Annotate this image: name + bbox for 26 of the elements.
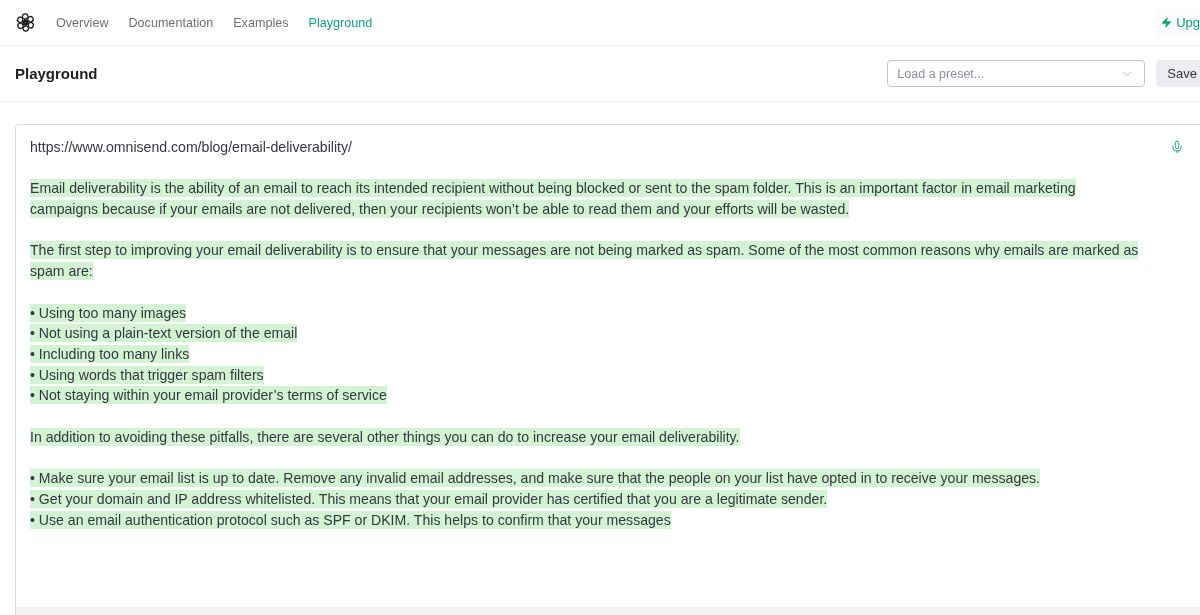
generated-text: • Using words that trigger spam filters [30, 365, 264, 384]
generated-text: • Not using a plain-text version of the email [30, 324, 298, 343]
generated-text: • Not staying within your email provider’s terms of service [30, 386, 387, 405]
nav-link[interactable]: Overview [56, 15, 109, 30]
generated-text: spam are: [30, 262, 93, 281]
logo-icon[interactable] [15, 12, 36, 33]
page-title: Playground [15, 65, 98, 82]
microphone-icon[interactable] [1170, 140, 1184, 154]
generated-text: Email deliverability is the ability of an email to reach its intended recipient without being blocked or sent to the spam folder. This is an important factor in email marketing [30, 179, 1076, 198]
generated-text: • Including too many links [30, 345, 190, 363]
generated-text: • Using too many images [30, 303, 187, 322]
generated-text: • Make sure your email list is up to date. Remove any invalid email addresses, and make sure that the people on your list have opted in to receive your messages. [30, 469, 1041, 488]
save-button[interactable]: Save [1156, 60, 1200, 87]
preset-select[interactable]: Load a preset... [887, 60, 1146, 87]
generated-text: • Get your domain and IP address whitelisted. This means that your email provider has certified that you are a legitimate sender. [30, 489, 828, 508]
nav-link[interactable]: Playground [308, 15, 373, 30]
prompt-textarea[interactable] [15, 124, 1200, 615]
nav-link[interactable]: Examples [233, 15, 289, 30]
prompt-text: https://www.omnisend.com/blog/email-deliverability/ [30, 138, 352, 156]
generated-text: The first step to improving your email deliverability is to ensure that your messages are not being marked as spam. Some of the most common reasons why emails are marked as [30, 241, 1139, 260]
nav-link[interactable]: Documentation [128, 15, 214, 30]
generated-text: • Use an email authentication protocol such as SPF or DKIM. This helps to confirm that your messages [30, 510, 671, 529]
generated-text: campaigns because if your emails are not delivered, then your recipients won’t be able to read them and your efforts will be wasted. [30, 200, 850, 219]
lightning-icon [1161, 17, 1173, 28]
upgrade-button[interactable]: Upg [1155, 8, 1200, 37]
generated-text: In addition to avoiding these pitfalls, there are several other things you can do to increase your email deliverability. [30, 427, 740, 446]
